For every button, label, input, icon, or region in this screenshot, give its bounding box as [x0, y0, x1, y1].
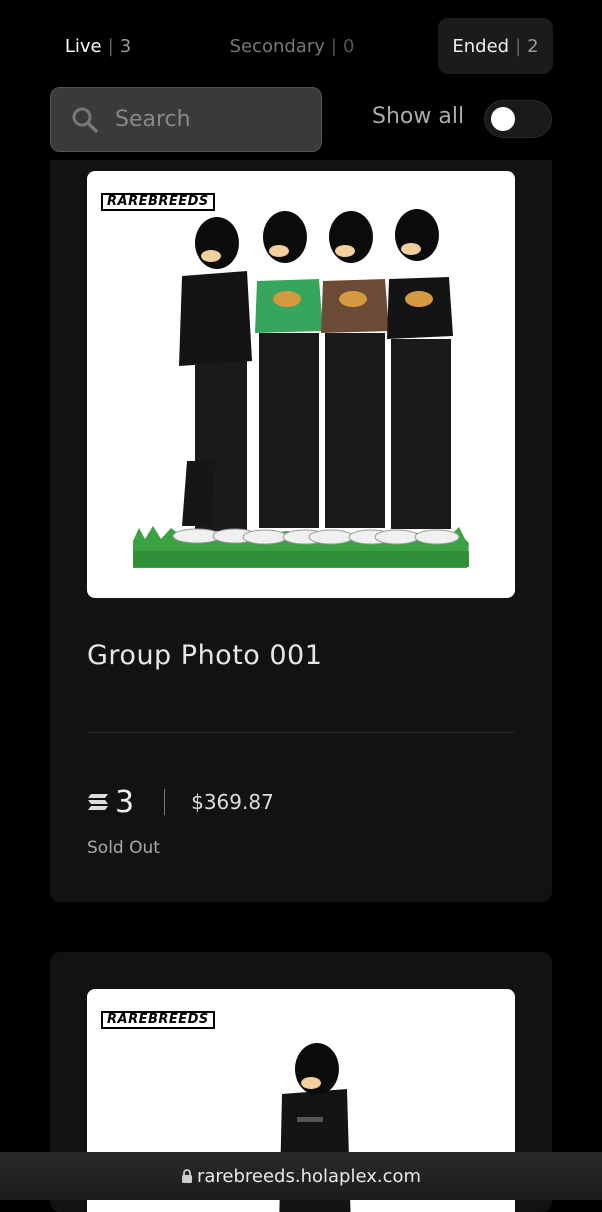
price-row: 3 $369.87 [87, 782, 274, 822]
price-sol: 3 [115, 784, 135, 820]
tab-ended-count: 2 [527, 35, 539, 57]
search-icon [72, 107, 98, 133]
tab-live-count: 3 [119, 35, 132, 57]
status-tabs: Live | 3 Secondary | 0 Ended | 2 [0, 0, 602, 86]
tab-ended-label: Ended [452, 35, 510, 57]
show-all-toggle[interactable] [484, 100, 552, 138]
nft-card[interactable]: RAREBREEDS [50, 160, 552, 902]
lock-icon [181, 1168, 192, 1183]
show-all-label: Show all [372, 104, 465, 129]
tab-separator: | [515, 35, 522, 57]
tab-live-label: Live [64, 35, 102, 57]
solana-icon [88, 794, 108, 810]
browser-url-bar[interactable]: rarebreeds.holaplex.com [0, 1152, 602, 1200]
tab-live[interactable]: Live | 3 [50, 18, 146, 74]
url-text: rarebreeds.holaplex.com [196, 1165, 422, 1187]
price-separator [164, 789, 166, 815]
tab-separator: | [330, 35, 337, 57]
tab-secondary-count: 0 [342, 35, 355, 57]
tab-ended[interactable]: Ended | 2 [438, 18, 553, 74]
toggle-knob [491, 107, 515, 131]
tab-secondary-label: Secondary [229, 35, 325, 57]
group-photo-illustration [133, 209, 469, 568]
nft-artwork[interactable]: RAREBREEDS [87, 171, 515, 598]
price-usd: $369.87 [191, 790, 274, 814]
search-box[interactable] [50, 87, 322, 152]
tab-secondary[interactable]: Secondary | 0 [222, 18, 362, 74]
nft-title: Group Photo 001 [87, 640, 323, 671]
divider [87, 732, 515, 733]
tab-separator: | [107, 35, 114, 57]
search-input[interactable] [113, 106, 297, 133]
sale-status: Sold Out [87, 838, 160, 858]
